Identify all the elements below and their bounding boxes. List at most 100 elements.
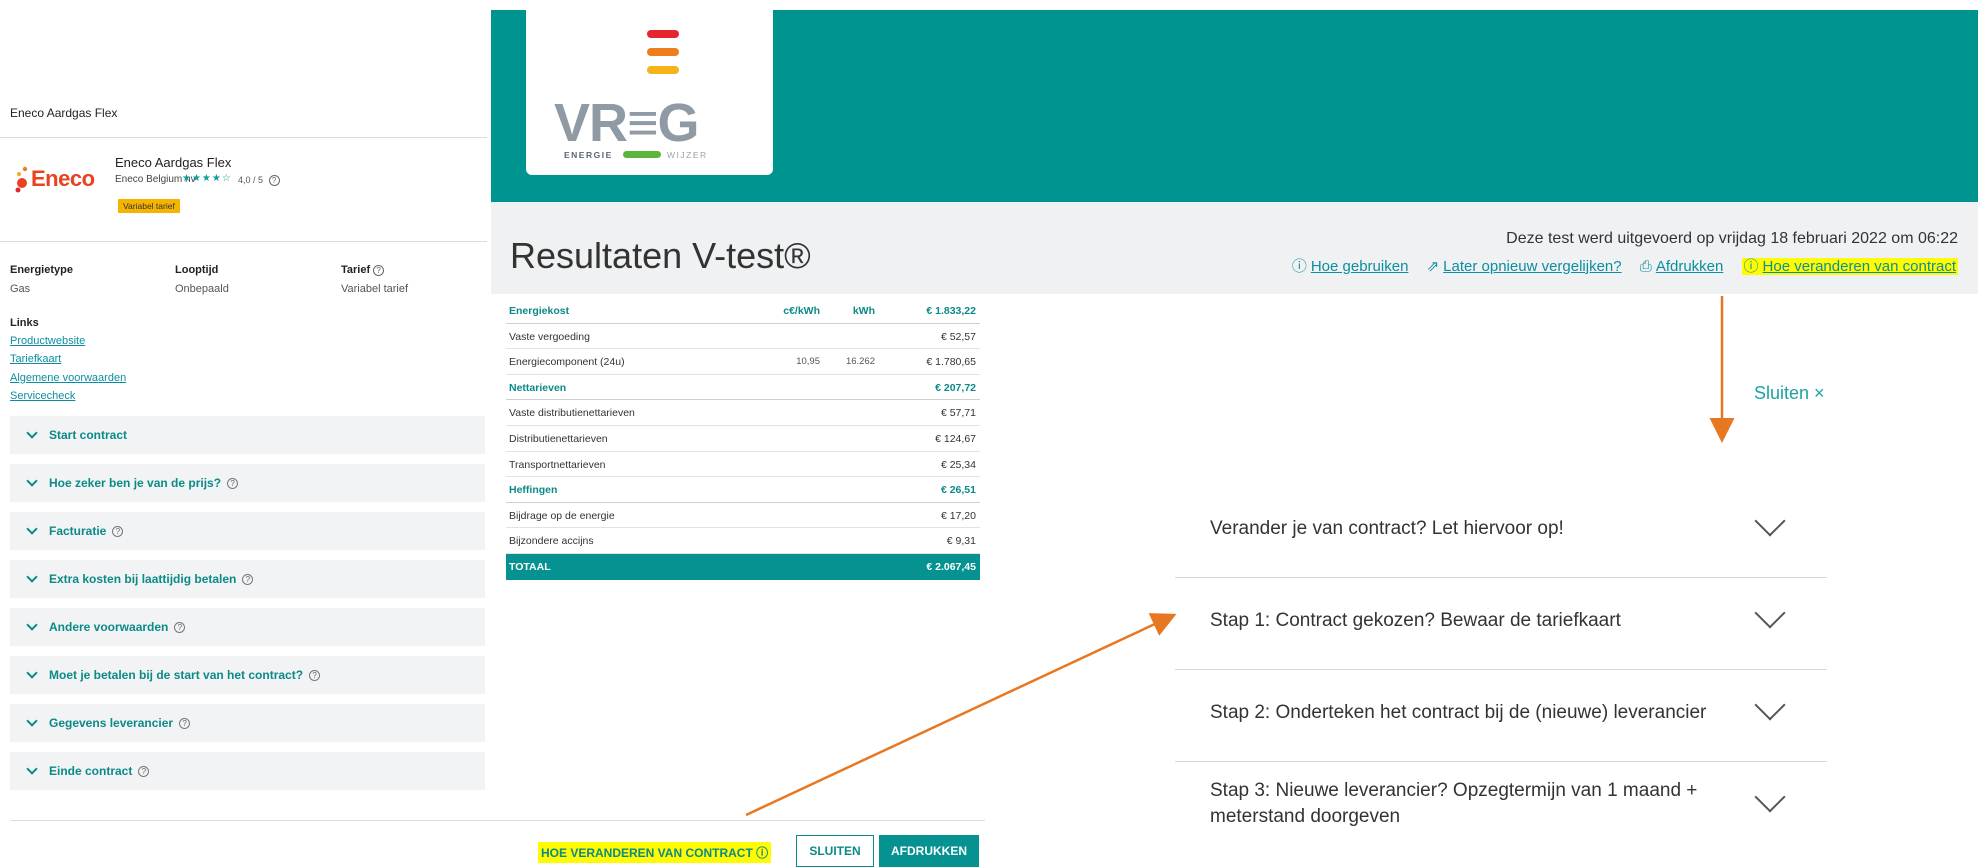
cell-label: Transportnettarieven <box>509 458 606 471</box>
cell-ckwh: c€/kWh <box>783 305 820 317</box>
link-later-vergelijken[interactable]: ⇗ Later opnieuw vergelijken? <box>1427 258 1622 275</box>
step-item[interactable]: Verander je van contract? Let hiervoor o… <box>1175 486 1827 578</box>
vreg-logo-text: VR≡G <box>554 93 700 153</box>
tariff-badge: Variabel tarief <box>118 199 180 213</box>
cell-kwh: 16.262 <box>845 356 875 368</box>
help-icon[interactable]: ? <box>242 574 254 586</box>
help-icon[interactable]: ? <box>268 175 280 187</box>
cell-label: Energiekost <box>509 305 570 317</box>
chevron-down-icon[interactable] <box>1754 505 1786 537</box>
accordion-label-text: Extra kosten bij laattijdig betalen <box>49 572 237 586</box>
chevron-down-icon <box>26 523 38 535</box>
chevron-down-icon <box>26 715 38 727</box>
chevron-down-icon[interactable] <box>1754 781 1786 813</box>
link-afdrukken[interactable]: ⎙ Afdrukken <box>1640 258 1724 275</box>
accordion-label-text: Gegevens leverancier <box>49 716 174 730</box>
panel-title: Eneco Aardgas Flex <box>10 106 118 120</box>
help-icon[interactable]: ? <box>179 718 191 730</box>
cell-kwh: kWh <box>852 305 875 317</box>
logo-bar-yellow <box>647 66 679 74</box>
page-title: Resultaten V-test® <box>510 235 811 276</box>
chevron-down-icon[interactable] <box>1754 597 1786 629</box>
cell-label: Distributienettarieven <box>509 432 608 445</box>
step-label: Stap 3: Nieuwe leverancier? Opzegtermijn… <box>1210 780 1698 827</box>
cell-total: € 1.780,65 <box>926 356 976 369</box>
cell-total: € 26,51 <box>940 484 976 497</box>
step-item[interactable]: Stap 2: Onderteken het contract bij de (… <box>1175 670 1827 762</box>
star-rating: ★★★★☆ <box>182 173 232 184</box>
accordion-label: Gegevens leverancier? <box>49 716 191 730</box>
chevron-down-icon <box>26 475 38 487</box>
cell-total: € 124,67 <box>935 432 976 445</box>
link-hoe-veranderen[interactable]: ⓘ Hoe veranderen van contract <box>1741 258 1958 275</box>
link-algemene-voorwaarden[interactable]: Algemene voorwaarden <box>10 372 126 384</box>
cell-label: Vaste vergoeding <box>509 330 590 343</box>
section-row: Nettarieven € 207,72 <box>506 375 980 401</box>
sluiten-button[interactable]: SLUITEN <box>796 835 874 867</box>
chevron-down-icon[interactable] <box>1754 689 1786 721</box>
accordion-item[interactable]: Facturatie? <box>10 512 485 550</box>
cell-label: Heffingen <box>509 484 558 497</box>
chevron-down-icon <box>26 427 38 439</box>
table-row: Bijzondere accijns € 9,31 <box>506 528 980 554</box>
afdrukken-button[interactable]: AFDRUKKEN <box>879 835 979 867</box>
accordion-label-text: Einde contract <box>49 764 133 778</box>
accordion-item[interactable]: Start contract <box>10 416 485 454</box>
help-icon[interactable]: ? <box>309 670 321 682</box>
help-icon: ⓘ <box>1291 258 1307 275</box>
accordion-item[interactable]: Einde contract? <box>10 752 485 790</box>
hoe-veranderen-button[interactable]: HOE VERANDEREN VAN CONTRACT ⓘ <box>538 842 772 863</box>
accordion-item[interactable]: Andere voorwaarden? <box>10 608 485 646</box>
link-servicecheck[interactable]: Servicecheck <box>10 390 75 402</box>
test-date: Deze test werd uitgevoerd op vrijdag 18 … <box>1506 230 1958 247</box>
rating-text: 4,0 / 5 <box>238 175 264 185</box>
accordion-label: Hoe zeker ben je van de prijs?? <box>49 476 239 490</box>
accordion-label-text: Andere voorwaarden <box>49 620 169 634</box>
link-productwebsite[interactable]: Productwebsite <box>10 335 85 347</box>
help-icon[interactable]: ? <box>138 766 150 778</box>
accordion-label: Andere voorwaarden? <box>49 620 186 634</box>
link-later-vergelijken-label: Later opnieuw vergelijken? <box>1443 258 1622 275</box>
logo-bar-red <box>647 30 679 38</box>
cell-label: TOTAAL <box>509 560 551 573</box>
help-icon[interactable]: ? <box>373 264 385 276</box>
help-icon[interactable]: ? <box>227 478 239 490</box>
step-item[interactable]: Stap 1: Contract gekozen? Bewaar de tari… <box>1175 578 1827 670</box>
accordion-item[interactable]: Gegevens leverancier? <box>10 704 485 742</box>
cell-label: Energiecomponent (24u) <box>509 356 625 369</box>
product-detail-panel: Eneco Aardgas Flex Eneco Eneco Aardgas F… <box>0 0 985 868</box>
cell-total: € 2.067,45 <box>926 560 976 573</box>
eneco-logo: Eneco <box>10 160 105 196</box>
accordion-item[interactable]: Extra kosten bij laattijdig betalen? <box>10 560 485 598</box>
cell-label: Bijzondere accijns <box>509 535 594 548</box>
divider <box>0 241 487 242</box>
step-item[interactable]: Stap 3: Nieuwe leverancier? Opzegtermijn… <box>1175 762 1827 854</box>
cell-label: Bijdrage op de energie <box>509 509 615 522</box>
help-icon[interactable]: ? <box>174 622 186 634</box>
link-hoe-gebruiken[interactable]: ⓘ Hoe gebruiken <box>1292 258 1409 275</box>
link-hoe-veranderen-label: Hoe veranderen van contract <box>1762 258 1956 275</box>
link-afdrukken-label: Afdrukken <box>1655 258 1724 275</box>
link-tariefkaart[interactable]: Tariefkaart <box>10 353 61 365</box>
help-icon: ⓘ <box>1743 258 1759 275</box>
eneco-logo-text: Eneco <box>31 166 95 191</box>
cell-label: Vaste distributienettarieven <box>509 407 635 420</box>
cell-total: € 207,72 <box>935 381 976 394</box>
close-link[interactable]: Sluiten × <box>1754 383 1825 404</box>
share-icon: ⇗ <box>1426 258 1440 275</box>
logo-bar-green <box>623 151 661 158</box>
accordion-item[interactable]: Hoe zeker ben je van de prijs?? <box>10 464 485 502</box>
section-row: Energiekost c€/kWh kWh € 1.833,22 <box>506 298 980 324</box>
chevron-down-icon <box>26 571 38 583</box>
section-row: Heffingen € 26,51 <box>506 477 980 503</box>
accordion-label: Moet je betalen bij de start van het con… <box>49 668 321 682</box>
chevron-down-icon <box>26 667 38 679</box>
accordion-label-text: Hoe zeker ben je van de prijs? <box>49 476 222 490</box>
accordion-item[interactable]: Moet je betalen bij de start van het con… <box>10 656 485 694</box>
contract-steps: Verander je van contract? Let hiervoor o… <box>1175 486 1827 854</box>
cell-total: € 17,20 <box>940 509 976 522</box>
links-heading: Links <box>10 317 39 329</box>
step-label: Verander je van contract? Let hiervoor o… <box>1210 518 1564 539</box>
vreg-logo: VR≡G ENERGIE WIJZER <box>526 10 773 175</box>
help-icon[interactable]: ? <box>112 526 124 538</box>
